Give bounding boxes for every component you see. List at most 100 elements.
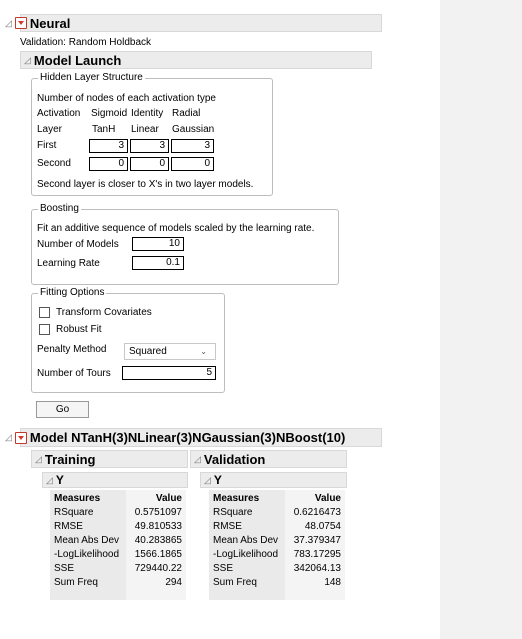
num-models-label: Number of Models (37, 239, 119, 250)
measure-name: RMSE (54, 521, 83, 532)
measure-name: Mean Abs Dev (213, 535, 279, 546)
fitting-options-legend: Fitting Options (38, 287, 107, 298)
measure-name: -LogLikelihood (54, 549, 120, 560)
measure-name: RMSE (213, 521, 242, 532)
measure-value: 40.283865 (134, 535, 182, 546)
go-button[interactable]: Go (36, 401, 89, 418)
table-row: Mean Abs Dev 40.283865 (50, 535, 186, 547)
measure-value: 49.810533 (134, 521, 182, 532)
first-tanh-field[interactable]: 3 (89, 139, 128, 153)
row-second-label: Second (37, 158, 71, 169)
model-outline-header[interactable]: ◿ Model NTanH(3)NLinear(3)NGaussian(3)NB… (5, 428, 382, 447)
measure-name: -LogLikelihood (213, 549, 279, 560)
validation-header[interactable]: ◿ Validation (190, 450, 347, 468)
measure-value: 48.0754 (304, 521, 341, 532)
robust-fit-label[interactable]: Robust Fit (56, 324, 102, 335)
measure-value: 0.5751097 (134, 507, 182, 518)
penalty-method-value: Squared (129, 346, 167, 357)
transform-covariates-label[interactable]: Transform Covariates (56, 307, 152, 318)
table-header-row: Measures Value (209, 493, 345, 505)
measure-value: 37.379347 (293, 535, 341, 546)
measure-value: 294 (165, 577, 182, 588)
first-linear-field[interactable]: 3 (130, 139, 169, 153)
validation-title: Validation (203, 451, 266, 467)
transform-covariates-checkbox[interactable] (39, 307, 50, 318)
measure-value: 783.17295 (293, 549, 341, 560)
hidden-layer-legend: Hidden Layer Structure (38, 72, 145, 83)
validation-y-header[interactable]: ◿ Y (200, 472, 347, 488)
measure-name: Sum Freq (213, 577, 257, 588)
red-triangle-menu-icon[interactable] (14, 17, 27, 29)
disclosure-triangle-icon[interactable]: ◿ (204, 475, 211, 486)
col-measures: Measures (54, 493, 101, 504)
table-row: -LogLikelihood 783.17295 (209, 549, 345, 561)
disclosure-triangle-icon[interactable]: ◿ (35, 454, 42, 465)
penalty-method-select[interactable]: Squared ⌄ (124, 343, 216, 360)
report-title: Neural (29, 15, 71, 31)
measure-value: 342064.13 (293, 563, 341, 574)
header-gaussian: Gaussian (172, 124, 215, 135)
red-triangle-menu-icon[interactable] (14, 431, 27, 444)
measure-name: SSE (213, 563, 234, 574)
training-header[interactable]: ◿ Training (31, 450, 188, 468)
table-row: -LogLikelihood 1566.1865 (50, 549, 186, 561)
header-tanh: TanH (92, 124, 116, 135)
number-of-tours-field[interactable]: 5 (122, 366, 216, 380)
validation-table: Measures Value RSquare 0.6216473 RMSE 48.0… (209, 490, 345, 600)
disclosure-triangle-icon[interactable]: ◿ (24, 55, 31, 66)
boosting-legend: Boosting (38, 203, 81, 214)
second-linear-field[interactable]: 0 (130, 157, 169, 171)
table-row: Sum Freq 294 (50, 577, 186, 589)
training-title: Training (44, 451, 96, 467)
table-row: SSE 729440.22 (50, 563, 186, 575)
table-row: RMSE 48.0754 (209, 521, 345, 533)
first-gaussian-field[interactable]: 3 (171, 139, 214, 153)
training-table: Measures Value RSquare 0.5751097 RMSE 49.8… (50, 490, 186, 600)
measure-name: RSquare (213, 507, 253, 518)
learning-rate-label: Learning Rate (37, 258, 100, 269)
boosting-description: Fit an additive sequence of models scale… (37, 223, 315, 234)
disclosure-triangle-icon[interactable]: ◿ (194, 454, 201, 465)
measure-value: 148 (324, 577, 341, 588)
penalty-method-label: Penalty Method (37, 344, 107, 355)
measure-name: RSquare (54, 507, 94, 518)
hidden-layer-note: Second layer is closer to X's in two lay… (37, 179, 254, 190)
col-measures: Measures (213, 493, 260, 504)
table-header-row: Measures Value (50, 493, 186, 505)
hidden-layer-subtitle: Number of nodes of each activation type (37, 93, 216, 104)
table-row: Sum Freq 148 (209, 577, 345, 589)
header-identity: Identity (131, 108, 164, 119)
table-row: RSquare 0.6216473 (209, 507, 345, 519)
disclosure-triangle-icon[interactable]: ◿ (5, 18, 12, 29)
header-linear: Linear (131, 124, 159, 135)
second-tanh-field[interactable]: 0 (89, 157, 128, 171)
measure-value: 0.6216473 (293, 507, 341, 518)
num-models-field[interactable]: 10 (132, 237, 184, 251)
col-value: Value (155, 493, 182, 504)
header-layer: Layer (37, 124, 63, 135)
training-y-header[interactable]: ◿ Y (42, 472, 188, 488)
robust-fit-checkbox[interactable] (39, 324, 50, 335)
second-gaussian-field[interactable]: 0 (171, 157, 214, 171)
model-launch-header[interactable]: ◿ Model Launch (20, 51, 372, 69)
table-row: Mean Abs Dev 37.379347 (209, 535, 345, 547)
header-radial: Radial (172, 108, 201, 119)
neural-outline-header[interactable]: ◿ Neural (5, 14, 382, 32)
measure-value: 729440.22 (134, 563, 182, 574)
right-gray-panel (440, 0, 522, 639)
measure-name: SSE (54, 563, 75, 574)
disclosure-triangle-icon[interactable]: ◿ (46, 475, 53, 486)
table-row: SSE 342064.13 (209, 563, 345, 575)
header-activation: Activation (37, 108, 81, 119)
validation-text: Validation: Random Holdback (20, 37, 152, 48)
table-row: RMSE 49.810533 (50, 521, 186, 533)
training-y-label: Y (55, 473, 64, 487)
measure-name: Sum Freq (54, 577, 98, 588)
disclosure-triangle-icon[interactable]: ◿ (5, 432, 12, 443)
validation-y-label: Y (213, 473, 222, 487)
measure-value: 1566.1865 (134, 549, 182, 560)
col-value: Value (314, 493, 341, 504)
table-row: RSquare 0.5751097 (50, 507, 186, 519)
learning-rate-field[interactable]: 0.1 (132, 256, 184, 270)
chevron-down-icon: ⌄ (200, 347, 207, 356)
